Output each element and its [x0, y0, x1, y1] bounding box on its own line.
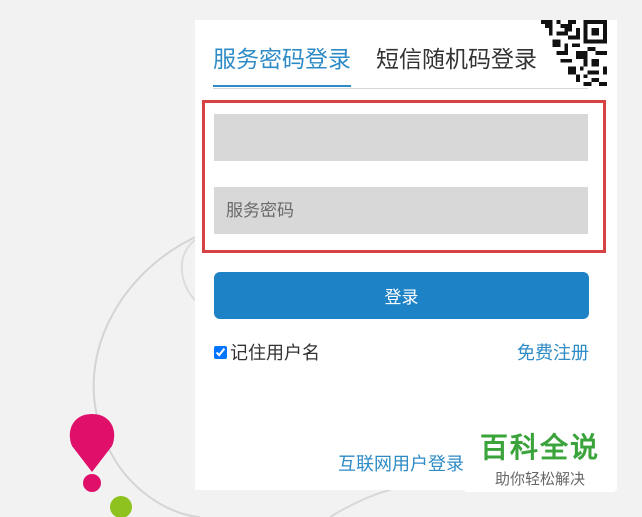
internet-user-login-link[interactable]: 互联网用户登录 [338, 450, 464, 476]
watermark-title: 百科全说 [479, 431, 600, 464]
register-link[interactable]: 免费注册 [517, 339, 589, 365]
username-input[interactable] [214, 114, 588, 161]
watermark-subtitle: 助你轻松解决 [494, 470, 585, 488]
location-pin-icon [69, 414, 115, 492]
qr-code-icon[interactable] [540, 20, 608, 86]
watermark: 百科全说 助你轻松解决 [465, 412, 615, 492]
tab-service-password[interactable]: 服务密码登录 [213, 42, 351, 87]
green-dot [110, 496, 132, 517]
remember-label: 记住用户名 [230, 343, 320, 364]
remember-username[interactable]: 记住用户名 [214, 339, 320, 365]
remember-checkbox[interactable] [214, 345, 227, 359]
password-input[interactable] [214, 187, 588, 234]
tab-sms-code[interactable]: 短信随机码登录 [376, 42, 537, 78]
login-tabs: 服务密码登录 短信随机码登录 [213, 42, 588, 89]
login-button[interactable]: 登录 [214, 272, 589, 319]
